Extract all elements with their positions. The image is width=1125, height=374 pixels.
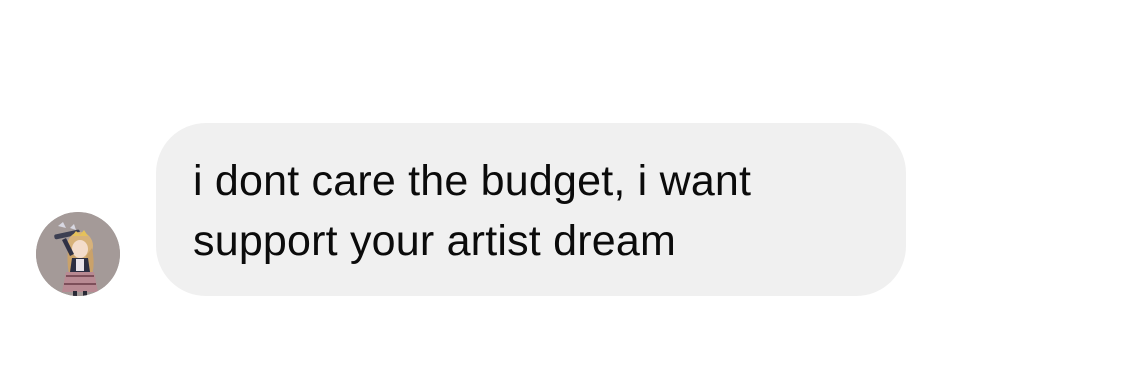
message-line: i dont care the budget, i want bbox=[193, 157, 752, 205]
sender-avatar[interactable] bbox=[36, 212, 120, 296]
message-line: support your artist dream bbox=[193, 217, 676, 265]
anime-character-icon bbox=[36, 212, 120, 296]
message-bubble[interactable]: i dont care the budget, i want support y… bbox=[156, 123, 906, 296]
message-text: i dont care the budget, i want support y… bbox=[193, 151, 893, 271]
message-thread: i dont care the budget, i want support y… bbox=[0, 0, 1125, 374]
